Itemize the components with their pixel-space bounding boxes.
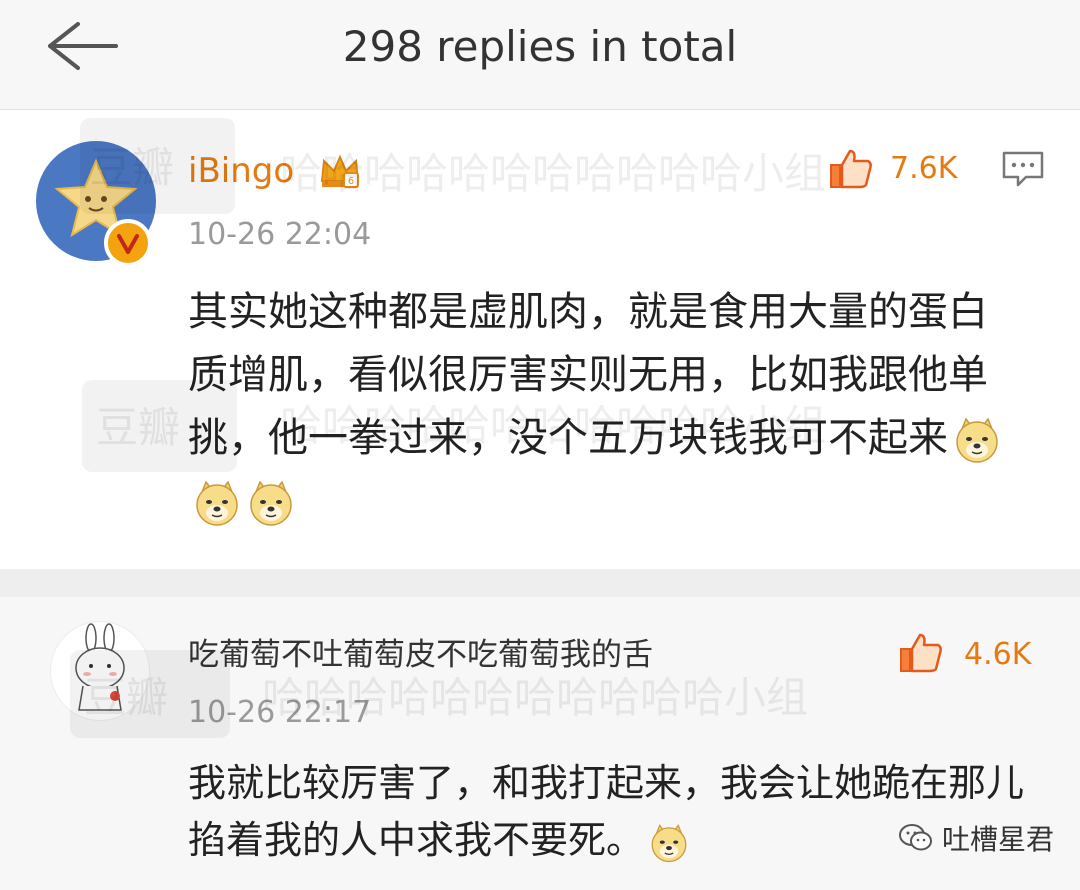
like-count: 7.6K: [890, 151, 958, 186]
like-count: 4.6K: [964, 637, 1032, 672]
reply-button[interactable]: [1000, 149, 1046, 189]
corner-logo: 吐槽星君: [898, 818, 1054, 858]
page-title: 298 replies in total: [342, 22, 738, 71]
corner-logo-text: 吐槽星君: [942, 823, 1055, 856]
top-bar: 298 replies in total: [0, 0, 1080, 110]
verified-badge: [104, 219, 152, 267]
comment-text: 其实她这种都是虚肌肉，就是食用大量的蛋白质增肌，看似很厉害实则无用，比如我跟他单…: [188, 281, 1018, 533]
comment-icon: [1002, 151, 1044, 187]
timestamp: 10-26 22:17: [188, 695, 372, 730]
like-button[interactable]: [898, 631, 944, 675]
username[interactable]: 吃葡萄不吐葡萄皮不吃葡萄我的舌: [188, 629, 653, 674]
doge-emoji-icon: [192, 478, 242, 528]
username[interactable]: iBingo: [188, 151, 294, 191]
thumbs-up-icon: [900, 633, 942, 673]
thumbs-up-icon: [830, 149, 872, 189]
svg-text:6: 6: [348, 176, 354, 187]
comment-item: iBingo 6 10-26 22:04 7.6K 其实她这种都是虚肌肉，就是食…: [0, 111, 1080, 569]
like-button[interactable]: [828, 147, 874, 191]
verified-v-icon: [117, 234, 139, 254]
bunny-avatar-icon: [75, 623, 125, 711]
crown-icon: 6: [318, 151, 362, 191]
doge-emoji-icon: [952, 415, 1002, 465]
timestamp: 10-26 22:04: [188, 217, 372, 252]
doge-emoji-icon: [648, 822, 690, 864]
section-divider: [0, 569, 1080, 597]
doge-emoji-icon: [246, 478, 296, 528]
wechat-icon: [899, 824, 932, 851]
avatar[interactable]: [50, 621, 150, 721]
comment-body: 其实她这种都是虚肌肉，就是食用大量的蛋白质增肌，看似很厉害实则无用，比如我跟他单…: [188, 289, 988, 461]
